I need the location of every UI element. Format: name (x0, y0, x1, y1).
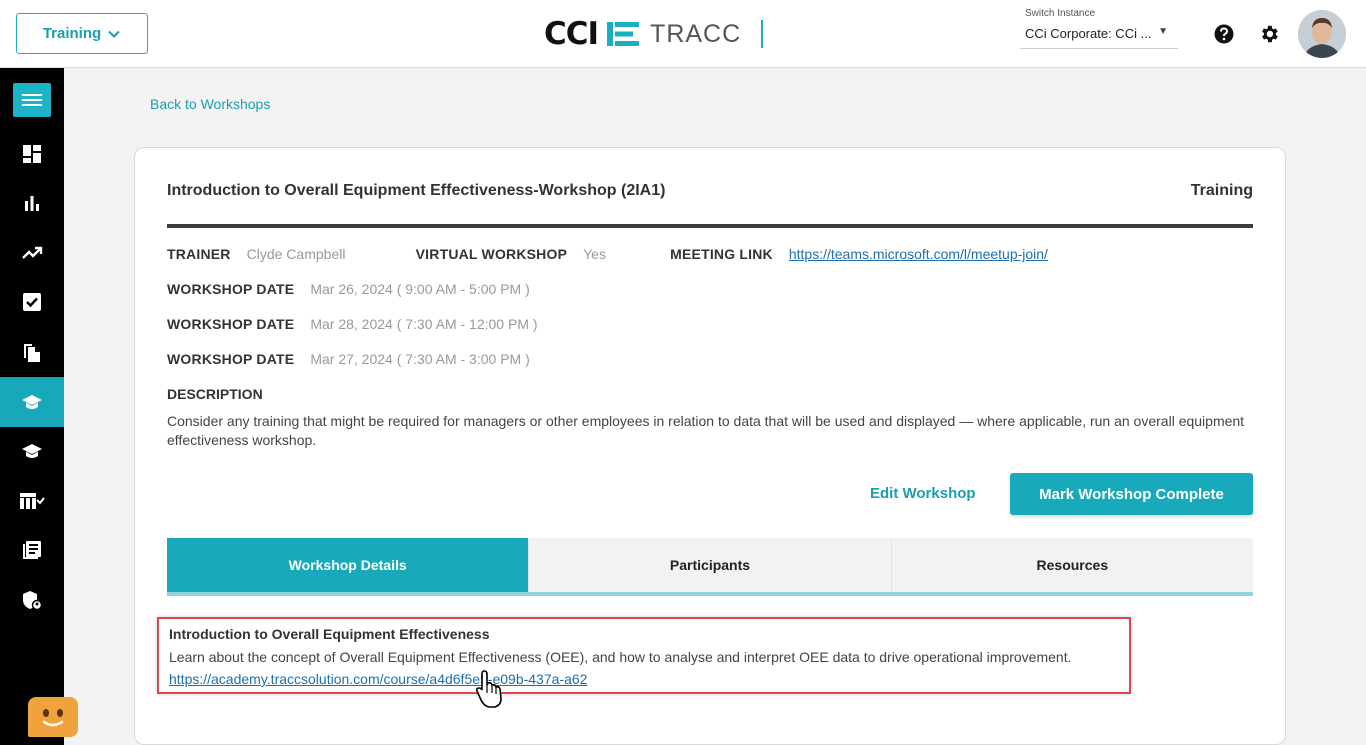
caret-down-icon: ▼ (1158, 26, 1168, 37)
workshop-date-label: WORKSHOP DATE (167, 316, 295, 332)
help-icon[interactable] (1213, 23, 1235, 45)
dashboard-icon (23, 145, 41, 163)
page-title: Introduction to Overall Equipment Effect… (167, 182, 666, 199)
logo-divider (761, 20, 764, 48)
description-label: DESCRIPTION (167, 386, 263, 402)
workshop-date-row: WORKSHOP DATE Mar 26, 2024 ( 9:00 AM - 5… (167, 281, 530, 297)
logo-cci-text: CCI (544, 16, 599, 52)
menu-toggle-button[interactable] (13, 83, 51, 117)
meeting-link[interactable]: https://teams.microsoft.com/l/meetup-joi… (789, 246, 1048, 262)
sidebar-item-academy[interactable] (0, 426, 64, 476)
chat-bot-icon (42, 709, 64, 727)
virtual-workshop-label: VIRTUAL WORKSHOP (415, 246, 568, 262)
back-to-workshops-link[interactable]: Back to Workshops (150, 96, 270, 112)
sidebar-item-journal[interactable] (0, 525, 64, 575)
app-logo: CCI TRACC (544, 16, 764, 52)
journal-icon (23, 541, 41, 559)
workshop-date-label: WORKSHOP DATE (167, 351, 295, 367)
table-check-icon (20, 493, 45, 509)
trend-icon (22, 246, 43, 259)
sidebar-item-tasks[interactable] (0, 277, 64, 327)
switch-instance-select[interactable]: Switch Instance CCi Corporate: CCi ... ▼ (1020, 8, 1178, 49)
sidebar-item-boards[interactable] (0, 476, 64, 526)
sidebar-item-trends[interactable] (0, 228, 64, 278)
switch-instance-label: Switch Instance (1025, 8, 1096, 19)
trainer-value: Clyde Campbell (246, 246, 346, 262)
trainer-label: TRAINER (167, 246, 231, 262)
logo-mark-icon (607, 22, 640, 46)
detail-title: Introduction to Overall Equipment Effect… (169, 626, 490, 642)
top-bar: Training CCI TRACC Switch Instance CCi C… (0, 0, 1366, 68)
virtual-workshop-value: Yes (583, 246, 606, 262)
tab-workshop-details[interactable]: Workshop Details (167, 538, 530, 592)
workshop-date-value: Mar 26, 2024 ( 9:00 AM - 5:00 PM ) (310, 281, 530, 297)
avatar[interactable] (1298, 10, 1346, 58)
switch-instance-value: CCi Corporate: CCi ... (1025, 26, 1152, 41)
module-selector-label: Training (42, 25, 102, 42)
bar-chart-icon (25, 196, 39, 211)
tab-resources[interactable]: Resources (891, 538, 1253, 592)
title-divider (167, 224, 1253, 228)
workshop-category: Training (1190, 182, 1253, 199)
workshop-tabs: Workshop Details Participants Resources (167, 538, 1253, 596)
sidebar-item-reports[interactable] (0, 178, 64, 228)
graduation-cap-icon (22, 395, 42, 409)
user-avatar-image (1298, 10, 1346, 58)
sidebar-item-security[interactable] (0, 575, 64, 625)
sidebar-item-training[interactable] (0, 377, 64, 427)
edit-workshop-button[interactable]: Edit Workshop (870, 485, 976, 502)
chat-assistant-button[interactable] (28, 697, 78, 737)
graduation-cap-outline-icon (22, 444, 42, 458)
workshop-date-label: WORKSHOP DATE (167, 281, 295, 297)
chevron-down-icon (108, 30, 120, 38)
menu-icon (22, 94, 42, 106)
hand-cursor-icon (475, 670, 502, 708)
mark-workshop-complete-button[interactable]: Mark Workshop Complete (1010, 473, 1253, 515)
workshop-card: Introduction to Overall Equipment Effect… (134, 147, 1286, 745)
module-selector-button[interactable]: Training (16, 13, 148, 54)
detail-description: Learn about the concept of Overall Equip… (169, 649, 1072, 665)
workshop-info-row: TRAINER Clyde Campbell VIRTUAL WORKSHOP … (167, 246, 1048, 262)
workshop-date-row: WORKSHOP DATE Mar 27, 2024 ( 7:30 AM - 3… (167, 351, 530, 367)
sidebar (0, 68, 64, 745)
documents-icon (24, 344, 40, 362)
checkbox-icon (23, 293, 41, 311)
workshop-date-row: WORKSHOP DATE Mar 28, 2024 ( 7:30 AM - 1… (167, 316, 538, 332)
sidebar-item-dashboard[interactable] (0, 129, 64, 179)
shield-user-icon (23, 591, 43, 611)
sidebar-item-documents[interactable] (0, 327, 64, 377)
meeting-link-label: MEETING LINK (670, 246, 773, 262)
description-text: Consider any training that might be requ… (167, 413, 1245, 448)
workshop-date-value: Mar 27, 2024 ( 7:30 AM - 3:00 PM ) (310, 351, 530, 367)
logo-tracc-text: TRACC (650, 19, 742, 48)
workshop-date-value: Mar 28, 2024 ( 7:30 AM - 12:00 PM ) (310, 316, 538, 332)
workshop-detail-panel: Introduction to Overall Equipment Effect… (157, 617, 1131, 694)
course-link[interactable]: https://academy.traccsolution.com/course… (169, 671, 587, 687)
gear-icon[interactable] (1258, 23, 1280, 45)
tab-participants[interactable]: Participants (529, 538, 892, 592)
